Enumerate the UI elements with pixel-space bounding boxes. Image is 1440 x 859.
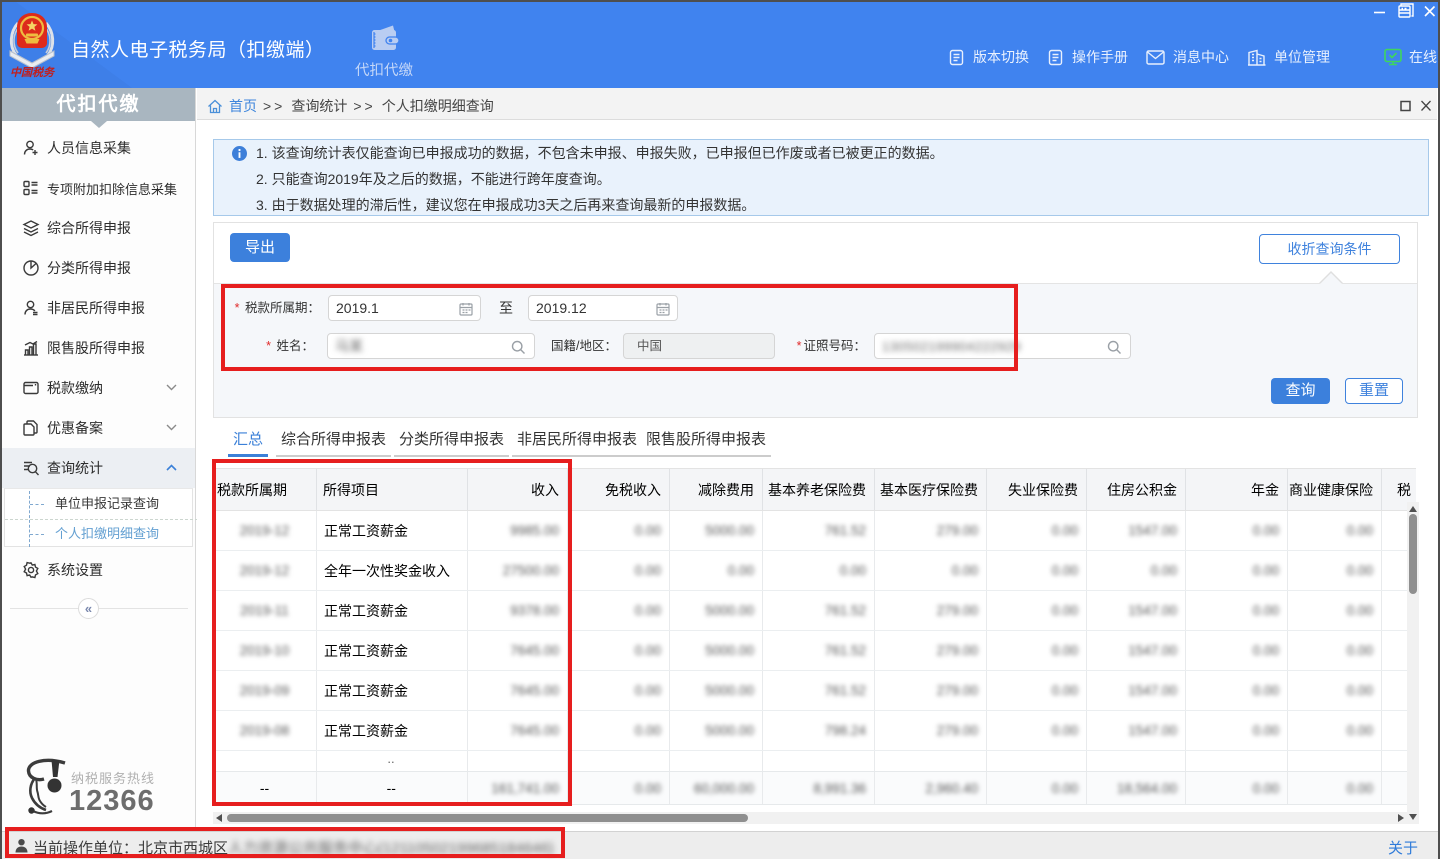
svg-text:中国税务: 中国税务 — [10, 66, 56, 78]
